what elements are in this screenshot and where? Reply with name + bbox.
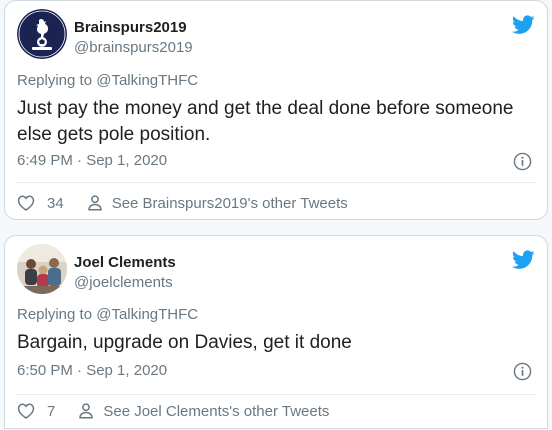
- other-tweets-label: See Joel Clements's other Tweets: [103, 402, 330, 420]
- twitter-bird-icon[interactable]: [512, 15, 535, 35]
- person-icon: [87, 195, 102, 211]
- twitter-bird-icon[interactable]: [512, 250, 535, 270]
- replying-prefix: Replying to: [17, 306, 97, 323]
- replying-to: Replying to @TalkingTHFC: [17, 306, 198, 323]
- tweet-actions: 34 See Brainspurs2019's other Tweets: [17, 194, 348, 212]
- avatar[interactable]: [17, 9, 67, 59]
- tweet-actions: 7 See Joel Clements's other Tweets: [17, 402, 329, 420]
- info-icon[interactable]: [513, 362, 532, 381]
- like-button[interactable]: 7: [17, 402, 55, 420]
- profile-photo-icon: [17, 244, 67, 294]
- avatar[interactable]: [17, 244, 67, 294]
- replying-to: Replying to @TalkingTHFC: [17, 72, 198, 89]
- author-name[interactable]: Brainspurs2019: [74, 19, 187, 36]
- tweet-timestamp[interactable]: 6:50 PM · Sep 1, 2020: [17, 362, 167, 379]
- tweet-card[interactable]: Joel Clements @joelclements Replying to …: [4, 235, 548, 429]
- like-button[interactable]: 34: [17, 194, 64, 212]
- like-count: 7: [47, 402, 56, 420]
- author-handle[interactable]: @joelclements: [74, 274, 173, 291]
- heart-icon: [17, 403, 35, 419]
- tweet-timestamp[interactable]: 6:49 PM · Sep 1, 2020: [17, 152, 167, 169]
- info-icon[interactable]: [513, 152, 532, 171]
- replying-to-link[interactable]: @TalkingTHFC: [96, 72, 198, 89]
- tweet-text: Just pay the money and get the deal done…: [17, 98, 514, 145]
- other-tweets-link[interactable]: See Joel Clements's other Tweets: [77, 402, 329, 420]
- spurs-cockerel-icon: [17, 9, 67, 59]
- author-name[interactable]: Joel Clements: [74, 254, 176, 271]
- replying-to-link[interactable]: @TalkingTHFC: [96, 306, 198, 323]
- heart-icon: [17, 195, 35, 211]
- tweet-text: Bargain, upgrade on Davies, get it done: [17, 332, 352, 353]
- divider: [17, 182, 535, 183]
- divider: [17, 394, 535, 395]
- replying-prefix: Replying to: [17, 72, 97, 89]
- other-tweets-link[interactable]: See Brainspurs2019's other Tweets: [86, 194, 348, 212]
- like-count: 34: [47, 194, 64, 212]
- author-handle[interactable]: @brainspurs2019: [74, 39, 193, 56]
- person-icon: [79, 403, 94, 419]
- tweet-card[interactable]: Brainspurs2019 @brainspurs2019 Replying …: [4, 0, 548, 220]
- other-tweets-label: See Brainspurs2019's other Tweets: [111, 194, 348, 212]
